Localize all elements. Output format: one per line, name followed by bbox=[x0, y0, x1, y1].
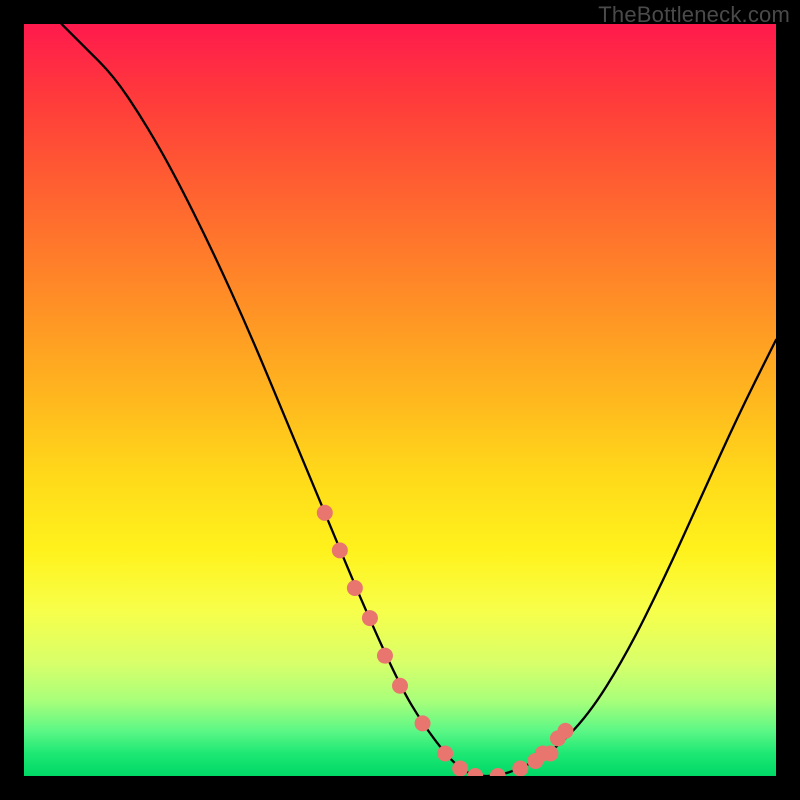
highlight-dot bbox=[542, 745, 558, 761]
highlight-dot bbox=[467, 768, 483, 776]
bottleneck-curve-path bbox=[62, 24, 776, 776]
curve-layer bbox=[62, 24, 776, 776]
marker-layer bbox=[317, 505, 574, 776]
highlight-dot bbox=[392, 678, 408, 694]
highlight-dot bbox=[415, 715, 431, 731]
highlight-dot bbox=[557, 723, 573, 739]
highlight-dot bbox=[347, 580, 363, 596]
chart-svg bbox=[24, 24, 776, 776]
highlight-dot bbox=[317, 505, 333, 521]
highlight-dot bbox=[490, 768, 506, 776]
chart-plot-area bbox=[24, 24, 776, 776]
highlight-dot bbox=[437, 745, 453, 761]
highlight-dot bbox=[362, 610, 378, 626]
highlight-dot bbox=[452, 760, 468, 776]
watermark-text: TheBottleneck.com bbox=[598, 2, 790, 28]
highlight-dot bbox=[377, 648, 393, 664]
highlight-dot bbox=[512, 760, 528, 776]
highlight-dot bbox=[332, 542, 348, 558]
